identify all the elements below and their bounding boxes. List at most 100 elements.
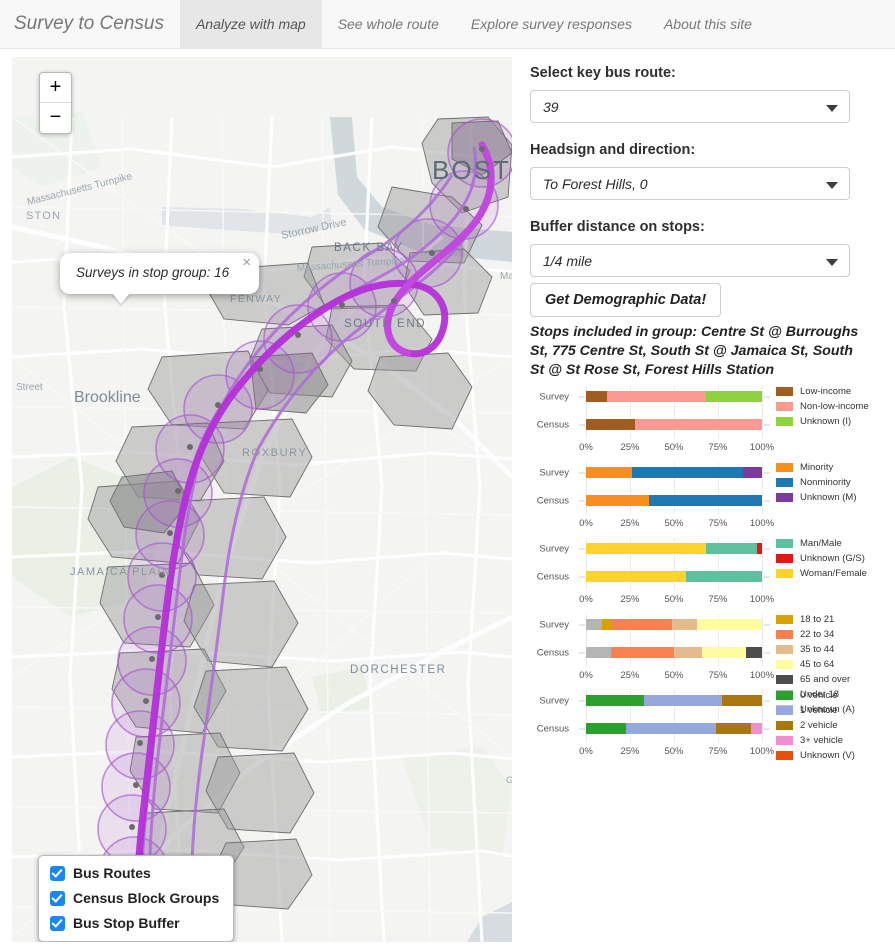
x-tick-label: 0% [579,442,593,453]
tab-explore-survey-responses[interactable]: Explore survey responses [455,0,648,48]
axis-tick [764,396,770,397]
bar-survey [586,695,762,706]
legend-item: 35 to 44 [776,644,855,655]
chevron-down-icon[interactable] [826,182,838,189]
tab-about-this-site[interactable]: About this site [648,0,768,48]
brand-title[interactable]: Survey to Census [0,0,180,48]
axis-tick [579,700,585,701]
x-tick-label: 25% [620,518,639,529]
legend-label: Low-income [800,386,851,397]
plot-area-gender: SurveyCensus0%25%50%75%100% [530,536,762,608]
legend-swatch [776,721,793,730]
buffer-select[interactable]: 1/4 mile [530,244,850,277]
layer-item-census-block-groups[interactable]: Census Block Groups [50,890,219,906]
x-tick-label: 25% [620,746,639,757]
x-tick-label: 50% [664,746,683,757]
bar-segment [674,647,702,658]
bar-segment [632,467,743,478]
plot-area-vehicle: SurveyCensus0%25%50%75%100% [530,688,762,760]
legend-label: Man/Male [800,538,842,549]
spacer [530,123,883,142]
x-tick-label: 0% [579,594,593,605]
bar-segment [706,391,762,402]
stops-included-note: Stops included in group: Centre St @ Bur… [530,323,870,380]
legend-swatch [776,751,793,760]
legend-swatch [776,691,793,700]
zoom-out-button[interactable]: − [40,103,71,133]
legend-label: Unknown (I) [800,416,851,427]
bar-segment [716,723,751,734]
legend-label: Unknown (G/S) [800,553,865,564]
legend-item: Unknown (I) [776,416,869,427]
bar-segment [586,619,602,630]
gridline [762,614,763,666]
gridline [762,386,763,438]
axis-tick [764,728,770,729]
bar-segment [586,467,632,478]
axis-tick [579,472,585,473]
axis-tick [579,576,585,577]
legend-label: 35 to 44 [800,644,834,655]
legend-item: Minority [776,462,857,473]
chevron-down-icon[interactable] [826,259,838,266]
legend-swatch [776,569,793,578]
layer-label-census-block-groups: Census Block Groups [73,890,219,906]
close-icon[interactable]: × [242,255,251,270]
legend-item: 45 to 64 [776,659,855,670]
chart-minority: SurveyCensus0%25%50%75%100%MinorityNonmi… [530,460,880,532]
chevron-down-icon[interactable] [826,105,838,112]
legend-label: 0 vehicle [800,690,838,701]
axis-tick [579,396,585,397]
chart-vehicle: SurveyCensus0%25%50%75%100%0 vehicle1 ve… [530,688,880,760]
row-label-survey: Survey [530,543,576,554]
axis-tick [579,424,585,425]
bar-segment [586,695,644,706]
x-tick-label: 100% [750,670,774,681]
x-tick-label: 100% [750,442,774,453]
legend-item: 0 vehicle [776,690,855,701]
bar-survey [586,619,762,630]
bar-segment [586,723,626,734]
tab-see-whole-route[interactable]: See whole route [322,0,455,48]
checkbox-bus-routes[interactable] [50,866,65,881]
bar-segment [602,619,611,630]
zoom-in-button[interactable]: + [40,73,71,103]
bar-census [586,723,762,734]
route-label: Select key bus route: [530,65,883,81]
legend-label: Nonminority [800,477,851,488]
headsign-select[interactable]: To Forest Hills, 0 [530,167,850,200]
legend-label: 2 vehicle [800,720,838,731]
x-tick-label: 0% [579,670,593,681]
legend-item: Low-income [776,386,869,397]
bar-census [586,419,762,430]
layer-item-bus-routes[interactable]: Bus Routes [50,865,219,881]
legend-label: Woman/Female [800,568,867,579]
bar-segment [611,619,673,630]
axis-tick [764,548,770,549]
bar-census [586,647,762,658]
bar-census [586,495,762,506]
layer-item-bus-stop-buffer[interactable]: Bus Stop Buffer [50,915,219,931]
legend-swatch [776,645,793,654]
chart-gender: SurveyCensus0%25%50%75%100% Man/Male Unkno… [530,536,880,608]
map-column: BOSTON BACK BAY SOUTH END FENWAY ROXBURY… [0,57,520,947]
svg-text:Massa: Massa [500,271,512,282]
legend-vehicle: 0 vehicle1 vehicle2 vehicle3+ vehicleUnk… [762,688,855,765]
map-canvas[interactable]: BOSTON BACK BAY SOUTH END FENWAY ROXBURY… [12,57,512,942]
bar-segment [697,619,762,630]
x-tick-label: 0% [579,746,593,757]
gridline [762,690,763,742]
chart-age: SurveyCensus0%25%50%75%100%18 to 2122 to… [530,612,880,684]
checkbox-census-block-groups[interactable] [50,891,65,906]
headsign-label: Headsign and direction: [530,142,883,158]
svg-text:SOUTH END: SOUTH END [344,318,426,330]
tab-analyze-with-map[interactable]: Analyze with map [180,0,322,48]
bar-segment [722,695,762,706]
legend-swatch [776,478,793,487]
legend-item: 18 to 21 [776,614,855,625]
get-demographic-data-button[interactable]: Get Demographic Data! [530,283,721,317]
route-select[interactable]: 39 [530,90,850,123]
checkbox-bus-stop-buffer[interactable] [50,916,65,931]
row-label-survey: Survey [530,467,576,478]
map-layer-control: Bus Routes Census Block Groups Bus Stop … [38,855,234,942]
